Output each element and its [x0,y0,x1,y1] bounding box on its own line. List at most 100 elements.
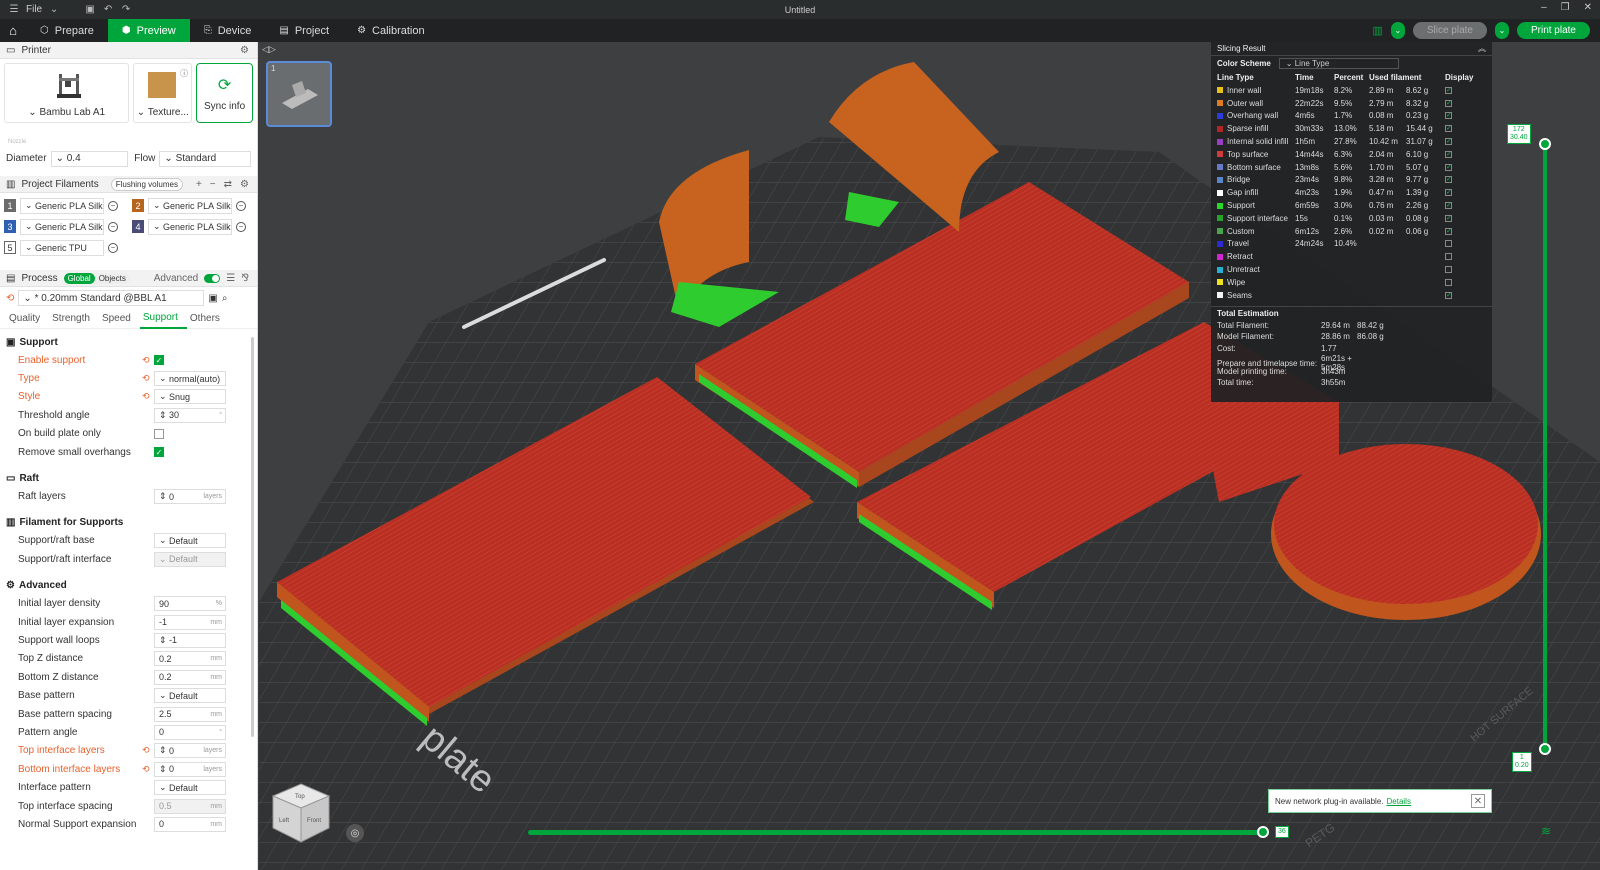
remove-filament-icon[interactable]: − [108,200,118,211]
gear-icon[interactable]: ⚙ [240,45,249,56]
display-checkbox[interactable]: ✓ [1445,176,1452,184]
chevron-down-icon[interactable]: ⌄ [48,4,60,15]
advanced-option-input[interactable]: ⌄ Default [154,780,226,796]
support-base-select[interactable]: ⌄ Default [154,533,226,549]
remove-small-checkbox[interactable]: ✓ [154,447,164,458]
raft-layers-input[interactable]: ⇕ 0 layers [154,489,226,505]
filament-color-swatch[interactable]: 3 [4,220,16,233]
layer-slider-top-handle[interactable] [1539,138,1551,150]
remove-filament-icon[interactable]: − [108,221,118,232]
advanced-option-input[interactable]: ⌄ Default [154,688,226,704]
filament-item[interactable]: 5 ⌄ Generic TPU − [4,239,132,256]
home-icon[interactable]: ⌂ [0,19,26,42]
reset-icon[interactable]: ⟲ [142,355,150,366]
filament-item[interactable]: 1 ⌄ Generic PLA Silk − [4,197,132,214]
tab-others[interactable]: Others [187,309,229,329]
display-checkbox[interactable]: ✓ [1445,150,1452,158]
display-checkbox[interactable]: ✓ [1445,291,1452,299]
flushing-volumes-button[interactable]: Flushing volumes [110,177,183,191]
display-checkbox[interactable]: ✓ [1445,227,1452,235]
undo-icon[interactable]: ↶ [102,4,114,15]
remove-filament-icon[interactable]: − [108,242,118,253]
hamburger-icon[interactable]: ☰ [8,4,20,15]
printer-selector[interactable]: ⌄ Bambu Lab A1 [4,63,130,123]
advanced-option-input[interactable]: -1 mm [154,614,226,630]
plate-thumbnail[interactable]: 1 [266,61,332,127]
tab-prepare[interactable]: ⬡ Prepare [26,19,108,42]
plate-type-selector[interactable]: ⓘ ⌄ Texture... [133,63,193,123]
build-plate-only-checkbox[interactable] [154,428,164,439]
layer-slider-bottom-handle[interactable] [1539,743,1551,755]
advanced-option-input[interactable]: 0.5 mm [154,798,226,814]
advanced-option-input[interactable]: ⇕ 0 layers [154,743,226,759]
display-checkbox[interactable] [1445,240,1452,248]
flow-select[interactable]: ⌄ Standard [159,150,251,167]
move-slider-handle[interactable] [1257,826,1269,838]
process-preset-select[interactable]: ⌄ * 0.20mm Standard @BBL A1 [18,290,205,306]
info-icon[interactable]: ⓘ [180,68,188,79]
details-link[interactable]: Details [1387,797,1411,806]
style-select[interactable]: ⌄ Snug [154,389,226,405]
display-checkbox[interactable]: ✓ [1445,163,1452,171]
gear-icon[interactable]: ⚙ [240,179,249,190]
move-slider-track[interactable] [528,830,1263,835]
advanced-option-input[interactable]: ⇕ -1 [154,632,226,648]
save-icon[interactable]: ▣ [84,4,96,15]
view-cube[interactable]: Top Left Front [267,782,335,846]
display-checkbox[interactable] [1445,253,1452,261]
plate-view-icon[interactable]: ▥ [1372,24,1382,37]
reset-icon[interactable]: ⟲ [142,373,150,384]
display-checkbox[interactable] [1445,266,1452,274]
reset-icon[interactable]: ⟲ [6,293,14,304]
slice-plate-button[interactable]: Slice plate [1412,22,1487,39]
advanced-toggle[interactable] [204,273,221,283]
tab-preview[interactable]: ⬢ Preview [107,19,190,42]
collapse-icon[interactable]: ︽ [1478,43,1486,54]
filament-color-swatch[interactable]: 2 [132,199,144,212]
maximize-icon[interactable]: ❐ [1561,2,1570,13]
tab-support[interactable]: Support [139,309,187,329]
diameter-select[interactable]: ⌄ 0.4 [50,150,129,167]
objects-toggle[interactable]: Objects [95,273,130,284]
reset-icon[interactable]: ⟲ [142,391,150,402]
sync-info-button[interactable]: ⟳ Sync info [196,63,253,123]
save-preset-icon[interactable]: ▣ [208,293,217,304]
display-checkbox[interactable]: ✓ [1445,138,1452,146]
redo-icon[interactable]: ↷ [120,4,132,15]
advanced-option-input[interactable]: 2.5 mm [154,706,226,722]
support-interface-select[interactable]: ⌄ Default [154,551,226,567]
advanced-option-input[interactable]: 0 ° [154,724,226,740]
type-select[interactable]: ⌄ normal(auto) [154,371,226,387]
reset-icon[interactable]: ⟲ [142,745,150,756]
tab-device[interactable]: ⎘ Device [190,19,266,42]
display-checkbox[interactable] [1445,278,1452,286]
tab-strength[interactable]: Strength [49,309,99,329]
filament-color-swatch[interactable]: 5 [4,241,16,254]
slice-dropdown[interactable]: ⌄ [1390,22,1405,39]
display-checkbox[interactable]: ✓ [1445,189,1452,197]
advanced-option-input[interactable]: 0 mm [154,816,226,832]
remove-icon[interactable]: − [210,179,216,190]
color-scheme-select[interactable]: ⌄ Line Type [1278,57,1399,69]
collapse-sidebar-icon[interactable]: ◁▷ [262,44,276,55]
tab-project[interactable]: ▤ Project [265,19,343,42]
close-icon[interactable]: ✕ [1584,2,1592,13]
close-icon[interactable]: ✕ [1471,794,1485,808]
advanced-option-input[interactable]: 0.2 mm [154,669,226,685]
global-toggle[interactable]: Global [63,272,95,284]
tab-speed[interactable]: Speed [99,309,140,329]
minimize-icon[interactable]: – [1541,2,1547,13]
display-checkbox[interactable]: ✓ [1445,86,1452,94]
display-checkbox[interactable]: ✓ [1445,214,1452,222]
filament-sync-icon[interactable]: ⇄ [224,179,232,190]
advanced-option-input[interactable]: 90% [154,596,226,612]
layer-slider-track[interactable] [1543,142,1547,752]
add-icon[interactable]: + [196,179,202,190]
filament-item[interactable]: 4 ⌄ Generic PLA Silk − [132,218,257,235]
remove-filament-icon[interactable]: − [236,221,246,232]
display-checkbox[interactable]: ✓ [1445,125,1452,133]
advanced-option-input[interactable]: ⇕ 0 layers [154,761,226,777]
3d-viewport[interactable]: plate HOT SURFACE PETG ◁▷ 1 Slicing Resu… [259,42,1600,870]
filament-item[interactable]: 3 ⌄ Generic PLA Silk − [4,218,132,235]
advanced-option-input[interactable]: 0.2 mm [154,651,226,667]
